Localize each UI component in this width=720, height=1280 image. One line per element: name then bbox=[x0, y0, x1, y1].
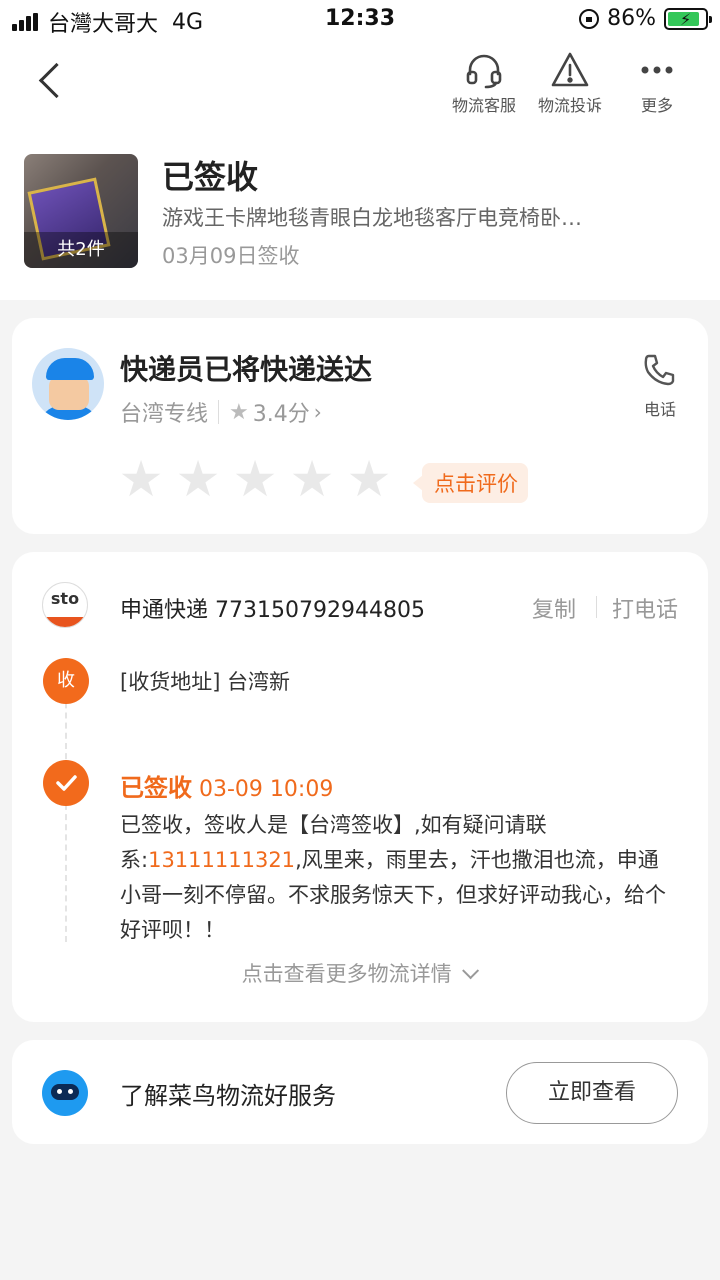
tracking-card: sto 申通快递 773150792944805 复制 打电话 收 [收货地址]… bbox=[12, 552, 708, 1022]
item-count: 共2件 bbox=[24, 232, 138, 268]
rating-star-2[interactable]: ★ bbox=[175, 454, 221, 504]
courier-line: 台湾专线 bbox=[120, 402, 209, 427]
delivery-address: [收货地址] 台湾新 bbox=[120, 670, 291, 694]
courier-card: 快递员已将快递送达 台湾专线 ★ 3.4分 › 电话 ★ ★ ★ ★ ★ 点击评… bbox=[12, 318, 708, 534]
cainiao-robot-icon bbox=[42, 1070, 88, 1116]
battery-percent: 86% bbox=[607, 6, 656, 31]
divider bbox=[218, 400, 220, 424]
sign-date: 03月09日签收 bbox=[162, 244, 300, 268]
rating-star-4[interactable]: ★ bbox=[289, 454, 335, 504]
courier-phone-button[interactable]: 电话 bbox=[632, 352, 688, 420]
cainiao-service-card: 了解菜鸟物流好服务 立即查看 bbox=[12, 1040, 708, 1144]
logistics-service-button[interactable]: 物流客服 bbox=[444, 50, 524, 116]
more-button[interactable]: 更多 bbox=[617, 50, 697, 116]
product-thumbnail[interactable]: 共2件 bbox=[24, 154, 138, 268]
chevron-right-icon: › bbox=[313, 400, 322, 424]
signed-time: 03-09 10:09 bbox=[199, 777, 334, 802]
logistics-complaint-label: 物流投诉 bbox=[537, 96, 602, 115]
courier-title: 快递员已将快递送达 bbox=[120, 353, 373, 386]
product-name[interactable]: 游戏王卡牌地毯青眼白龙地毯客厅电竞椅卧… bbox=[162, 202, 682, 232]
signed-status-line: 已签收 03-09 10:09 bbox=[120, 768, 333, 803]
phone-icon bbox=[632, 352, 688, 392]
courier-phone-label: 电话 bbox=[643, 400, 676, 419]
courier-rating-value: 3.4分 bbox=[252, 402, 310, 427]
order-header: 物流客服 物流投诉 更多 共2件 已签收 游戏王卡牌地毯青眼白龙地毯客厅电竞椅卧… bbox=[0, 40, 720, 300]
more-icon bbox=[617, 50, 697, 90]
copy-button[interactable]: 复制 bbox=[532, 592, 576, 624]
carrier-info: 申通快递 773150792944805 bbox=[120, 592, 425, 624]
call-button[interactable]: 打电话 bbox=[612, 592, 678, 624]
more-details-label: 点击查看更多物流详情 bbox=[241, 962, 452, 986]
courier-rating[interactable]: ★ 3.4分 › bbox=[229, 396, 322, 428]
rating-stars: ★ ★ ★ ★ ★ bbox=[118, 454, 403, 504]
logistics-complaint-button[interactable]: 物流投诉 bbox=[530, 50, 610, 116]
courier-avatar bbox=[32, 348, 104, 420]
rate-prompt-button[interactable]: 点击评价 bbox=[413, 463, 528, 503]
warning-icon bbox=[530, 50, 610, 90]
tracking-number: 773150792944805 bbox=[215, 598, 425, 623]
divider bbox=[596, 596, 597, 618]
service-text: 了解菜鸟物流好服务 bbox=[120, 1082, 336, 1110]
timeline-node-receive: 收 bbox=[43, 658, 89, 704]
star-icon: ★ bbox=[229, 399, 249, 425]
rotation-lock-icon bbox=[579, 8, 600, 29]
chevron-down-icon bbox=[462, 962, 480, 980]
rating-star-5[interactable]: ★ bbox=[346, 454, 392, 504]
order-status: 已签收 bbox=[162, 158, 259, 196]
rating-star-3[interactable]: ★ bbox=[232, 454, 278, 504]
view-now-button[interactable]: 立即查看 bbox=[506, 1062, 678, 1124]
check-icon bbox=[43, 760, 89, 806]
signed-description: 已签收，签收人是【台湾签收】,如有疑问请联系:13111111321,风里来，雨… bbox=[120, 808, 672, 948]
signed-status: 已签收 bbox=[120, 774, 192, 802]
signed-phone-link[interactable]: 13111111321 bbox=[148, 848, 295, 872]
rating-star-1[interactable]: ★ bbox=[118, 454, 164, 504]
sto-logo: sto bbox=[42, 582, 88, 628]
timeline-line bbox=[65, 682, 67, 942]
more-label: 更多 bbox=[640, 96, 673, 115]
status-bar: 台灣大哥大 4G 12:33 86% ⚡ bbox=[0, 0, 720, 40]
back-button[interactable] bbox=[34, 60, 74, 100]
courier-info: 台湾专线 ★ 3.4分 › bbox=[120, 396, 322, 428]
more-details-link[interactable]: 点击查看更多物流详情 bbox=[12, 958, 708, 988]
headset-icon bbox=[444, 50, 524, 90]
logistics-service-label: 物流客服 bbox=[451, 96, 516, 115]
carrier-name: 申通快递 bbox=[120, 598, 209, 623]
battery-icon: ⚡ bbox=[664, 7, 712, 30]
